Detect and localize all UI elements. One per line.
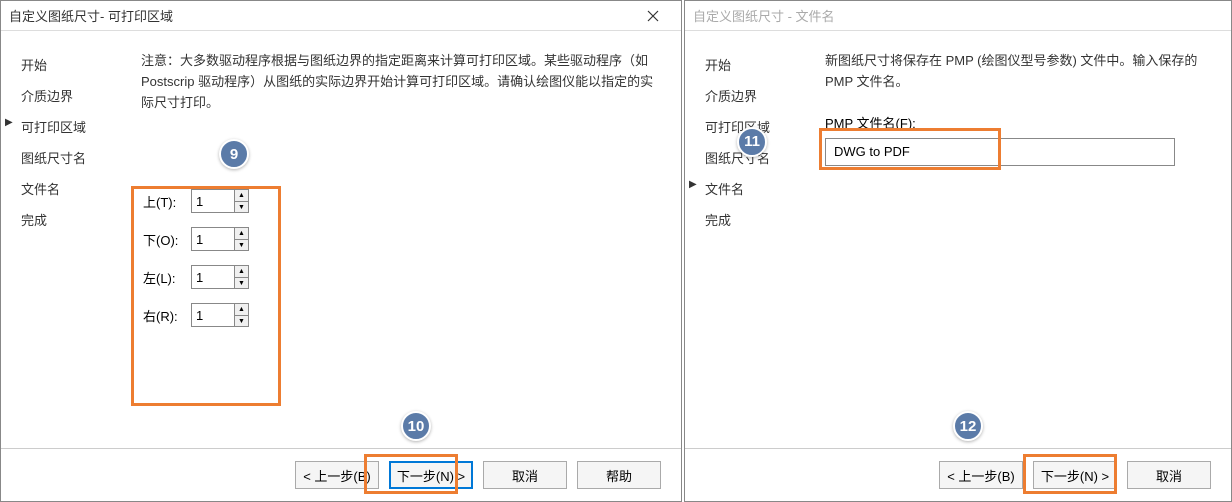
margin-bottom-input[interactable]: [192, 228, 234, 250]
next-button[interactable]: 下一步(N) >: [1033, 461, 1117, 489]
margin-bottom-up[interactable]: ▲: [235, 228, 248, 240]
sidebar-step-papername[interactable]: 图纸尺寸名: [21, 148, 121, 167]
margin-bottom-label: 下(O):: [143, 230, 181, 249]
button-bar: 12 < 上一步(B) 下一步(N) > 取消: [685, 448, 1231, 501]
back-button[interactable]: < 上一步(B): [939, 461, 1023, 489]
close-icon: [647, 10, 659, 22]
sidebar-step-printable[interactable]: 可打印区域: [21, 117, 121, 136]
margin-top-down[interactable]: ▼: [235, 202, 248, 213]
back-button[interactable]: < 上一步(B): [295, 461, 379, 489]
sidebar-step-start[interactable]: 开始: [21, 55, 121, 74]
margin-left-up[interactable]: ▲: [235, 266, 248, 278]
margin-right-down[interactable]: ▼: [235, 316, 248, 327]
margin-left-down[interactable]: ▼: [235, 278, 248, 289]
wizard-sidebar: 开始 介质边界 可打印区域 图纸尺寸名 文件名 完成: [21, 51, 121, 448]
margin-right-input[interactable]: [192, 304, 234, 326]
wizard-sidebar: 开始 介质边界 可打印区域 图纸尺寸名 文件名 完成: [705, 51, 805, 448]
margin-row-right: 右(R): ▲ ▼: [143, 303, 661, 327]
sidebar-step-media[interactable]: 介质边界: [21, 86, 121, 105]
margin-top-spinner[interactable]: ▲ ▼: [191, 189, 249, 213]
sidebar-step-filename[interactable]: 文件名: [705, 179, 805, 198]
close-button[interactable]: [633, 2, 673, 30]
margin-right-up[interactable]: ▲: [235, 304, 248, 316]
description-text: 新图纸尺寸将保存在 PMP (绘图仪型号参数) 文件中。输入保存的 PMP 文件…: [825, 51, 1211, 93]
pmp-filename-label: PMP 文件名(F):: [825, 113, 1211, 132]
dialog-title: 自定义图纸尺寸 - 文件名: [693, 6, 835, 25]
annotation-badge-12: 12: [953, 411, 983, 441]
pmp-filename-input[interactable]: [825, 138, 1175, 166]
annotation-badge-11: 11: [737, 127, 767, 157]
main-content: 新图纸尺寸将保存在 PMP (绘图仪型号参数) 文件中。输入保存的 PMP 文件…: [805, 51, 1211, 448]
margin-right-spinner[interactable]: ▲ ▼: [191, 303, 249, 327]
sidebar-step-finish[interactable]: 完成: [705, 210, 805, 229]
sidebar-step-filename[interactable]: 文件名: [21, 179, 121, 198]
dialog-filename: 自定义图纸尺寸 - 文件名 开始 介质边界 可打印区域 图纸尺寸名 文件名 完成…: [684, 0, 1232, 502]
sidebar-step-finish[interactable]: 完成: [21, 210, 121, 229]
main-content: 注意：大多数驱动程序根据与图纸边界的指定距离来计算可打印区域。某些驱动程序（如 …: [121, 51, 661, 448]
margin-bottom-down[interactable]: ▼: [235, 240, 248, 251]
margin-top-label: 上(T):: [143, 192, 181, 211]
margin-left-spinner[interactable]: ▲ ▼: [191, 265, 249, 289]
cancel-button[interactable]: 取消: [483, 461, 567, 489]
dialog-printable-area: 自定义图纸尺寸- 可打印区域 开始 介质边界 可打印区域 图纸尺寸名 文件名 完…: [0, 0, 682, 502]
margin-row-top: 上(T): ▲ ▼: [143, 189, 661, 213]
help-button[interactable]: 帮助: [577, 461, 661, 489]
titlebar: 自定义图纸尺寸- 可打印区域: [1, 1, 681, 31]
margin-left-label: 左(L):: [143, 268, 181, 287]
button-bar: 10 < 上一步(B) 下一步(N) > 取消 帮助: [1, 448, 681, 501]
annotation-badge-10: 10: [401, 411, 431, 441]
margin-row-left: 左(L): ▲ ▼: [143, 265, 661, 289]
sidebar-step-start[interactable]: 开始: [705, 55, 805, 74]
annotation-badge-9: 9: [219, 139, 249, 169]
margin-row-bottom: 下(O): ▲ ▼: [143, 227, 661, 251]
margin-left-input[interactable]: [192, 266, 234, 288]
cancel-button[interactable]: 取消: [1127, 461, 1211, 489]
dialog-title: 自定义图纸尺寸- 可打印区域: [9, 6, 173, 25]
description-text: 注意：大多数驱动程序根据与图纸边界的指定距离来计算可打印区域。某些驱动程序（如 …: [141, 51, 661, 113]
margin-top-input[interactable]: [192, 190, 234, 212]
titlebar: 自定义图纸尺寸 - 文件名: [685, 1, 1231, 31]
sidebar-step-media[interactable]: 介质边界: [705, 86, 805, 105]
margin-bottom-spinner[interactable]: ▲ ▼: [191, 227, 249, 251]
margin-right-label: 右(R):: [143, 306, 181, 325]
margin-top-up[interactable]: ▲: [235, 190, 248, 202]
next-button[interactable]: 下一步(N) >: [389, 461, 473, 489]
